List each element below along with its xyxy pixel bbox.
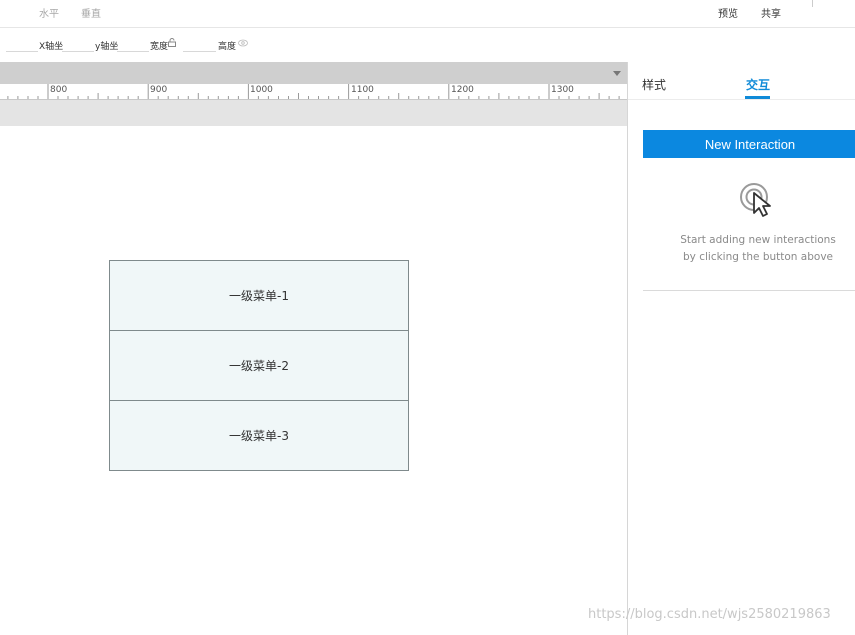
ruler-label-900: 900 [150, 85, 168, 95]
menu-item-1[interactable]: 一级菜单-1 [109, 260, 409, 331]
menu-item-2[interactable]: 一级菜单-2 [109, 330, 409, 401]
tab-style[interactable]: 样式 [642, 76, 666, 93]
hint-text-line-2: by clicking the button above [683, 251, 833, 263]
canvas-header-band [0, 62, 628, 84]
ruler-ticks [0, 84, 628, 100]
canvas-top-band [0, 100, 628, 126]
ruler-label-1200: 1200 [451, 85, 474, 95]
horizontal-ruler: 800 900 1000 1100 1200 1300 [0, 84, 628, 100]
align-vertical-button[interactable]: 垂直 [81, 5, 101, 20]
lock-icon[interactable] [168, 38, 176, 47]
inspector-panel: 样式 交互 New Interaction Start adding new i… [628, 62, 855, 635]
share-button[interactable]: 共享 [761, 5, 781, 20]
preview-button[interactable]: 预览 [718, 5, 738, 20]
width-label: 宽度 [150, 42, 169, 52]
ruler-label-1100: 1100 [351, 85, 374, 95]
toolbar-divider [812, 0, 813, 7]
y-label: y轴坐 [95, 42, 119, 52]
tap-cursor-icon [740, 183, 771, 217]
ruler-label-800: 800 [50, 85, 68, 95]
height-label: 高度 [218, 42, 237, 52]
chevron-down-icon[interactable] [613, 71, 621, 76]
watermark: https://blog.csdn.net/wjs2580219863 [588, 607, 831, 622]
property-bar: X轴坐 y轴坐 宽度 高度 [0, 29, 855, 62]
x-input[interactable] [6, 38, 38, 52]
panel-separator [643, 290, 855, 291]
ruler-label-1000: 1000 [250, 85, 273, 95]
height-input[interactable] [183, 38, 216, 52]
tab-interaction[interactable]: 交互 [746, 76, 770, 93]
hint-text-line-1: Start adding new interactions [680, 234, 836, 246]
new-interaction-button[interactable]: New Interaction [643, 130, 855, 158]
eye-icon[interactable] [238, 39, 248, 47]
top-toolbar: 水平 垂直 预览 共享 [0, 0, 855, 28]
tab-divider [628, 99, 855, 100]
width-input[interactable] [117, 38, 149, 52]
y-input[interactable] [62, 38, 94, 52]
menu-item-3[interactable]: 一级菜单-3 [109, 400, 409, 471]
x-label: X轴坐 [39, 42, 64, 52]
ruler-label-1300: 1300 [551, 85, 574, 95]
align-horizontal-button[interactable]: 水平 [39, 5, 59, 20]
